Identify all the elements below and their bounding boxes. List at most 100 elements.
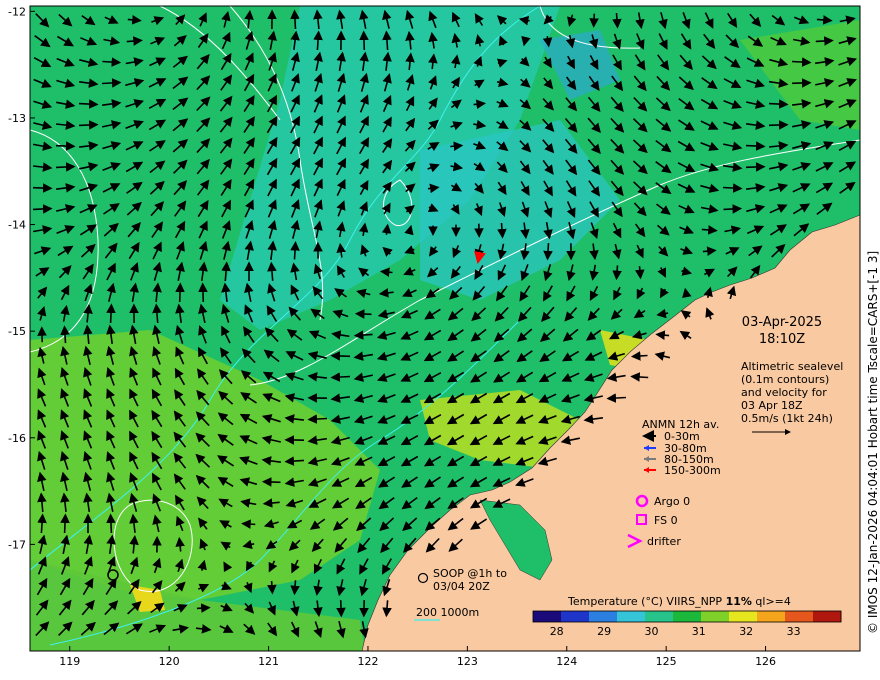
velocity-arrow — [101, 78, 122, 88]
colorbar-segment — [701, 611, 730, 622]
velocity-arrow — [791, 78, 812, 88]
velocity-arrow — [102, 57, 122, 67]
lon-tick-label: 119 — [59, 655, 80, 668]
drifter-label: drifter — [647, 535, 681, 548]
altimetry-line-4: 03 Apr 18Z — [741, 399, 803, 412]
velocity-arrow — [768, 120, 789, 130]
velocity-arrow — [78, 120, 99, 130]
velocity-arrow — [745, 141, 766, 151]
colorbar-segment — [617, 611, 646, 622]
lat-tick-label: -13 — [8, 112, 26, 125]
credit-text: © IMOS 12-Jan-2026 04:04:01 Hobart time … — [866, 250, 880, 634]
lat-tick-label: -16 — [8, 432, 26, 445]
velocity-arrow — [196, 603, 211, 613]
soop-label: SOOP @1h to 03/04 20Z — [433, 567, 507, 593]
velocity-arrow — [745, 162, 766, 172]
altimetry-line-1: Altimetric sealevel — [741, 360, 844, 373]
soop-line-1: SOOP @1h to — [433, 567, 507, 580]
colorbar-title-text: Temperature (°C) VIIRS_NPP — [568, 595, 726, 608]
soop-line-2: 03/04 20Z — [433, 580, 490, 593]
colorbar-tick-label: 33 — [787, 625, 801, 638]
velocity-arrow — [267, 581, 277, 595]
colorbar-segment — [561, 611, 590, 622]
velocity-arrow — [612, 265, 622, 281]
colorbar-segment — [673, 611, 702, 622]
velocity-arrow — [450, 141, 464, 151]
velocity-arrow — [630, 372, 649, 382]
lat-tick-label: -17 — [8, 538, 26, 551]
colorbar-segment — [729, 611, 758, 622]
colorbar-title: Temperature (°C) VIIRS_NPP 11% ql>=4 — [568, 595, 791, 608]
velocity-arrow — [612, 12, 622, 29]
velocity-arrow — [815, 36, 834, 46]
velocity-arrow — [330, 351, 351, 361]
velocity-arrow — [791, 57, 812, 67]
colorbar-segment — [813, 611, 842, 622]
velocity-arrow — [290, 580, 300, 596]
velocity-arrow — [543, 243, 553, 261]
velocity-arrow — [106, 303, 116, 324]
altimetry-line-5: 0.5m/s (1kt 24h) — [741, 412, 833, 425]
colorbar-segment — [645, 611, 674, 622]
velocity-arrow — [379, 267, 393, 278]
velocity-arrow — [60, 325, 70, 344]
velocity-arrow — [55, 162, 76, 172]
colorbar-tick-label: 30 — [645, 625, 659, 638]
velocity-arrow — [722, 183, 743, 193]
velocity-arrow — [768, 99, 789, 109]
velocity-arrow — [261, 477, 281, 487]
lon-tick-label: 125 — [656, 655, 677, 668]
colorbar-tick-label: 31 — [692, 625, 706, 638]
bathy-label: 200 1000m — [416, 606, 480, 619]
velocity-arrow — [307, 414, 328, 424]
anmn-item-150-300m: 150-300m — [664, 464, 721, 477]
velocity-arrow — [606, 393, 627, 403]
lat-tick-label: -15 — [8, 325, 26, 338]
colorbar-segment — [785, 611, 814, 622]
altimetry-note: Altimetric sealevel (0.1m contours) and … — [741, 360, 843, 425]
lat-tick-label: -12 — [8, 5, 26, 18]
velocity-arrow — [78, 99, 99, 109]
velocity-arrow — [60, 513, 70, 534]
velocity-arrow — [32, 183, 53, 193]
velocity-arrow — [55, 141, 76, 151]
velocity-arrow — [630, 351, 648, 361]
velocity-arrow — [635, 266, 645, 280]
colorbar-title-end: ql>=4 — [751, 595, 791, 608]
velocity-arrow — [241, 519, 256, 529]
lon-tick-label: 121 — [258, 655, 279, 668]
colorbar-segment — [533, 611, 562, 622]
velocity-arrow — [330, 372, 351, 382]
colorbar-segment — [589, 611, 618, 622]
colorbar-title-bold: 11% — [725, 595, 752, 608]
colorbar-tick-label: 28 — [550, 625, 564, 638]
velocity-arrow — [359, 30, 369, 51]
velocity-arrow — [354, 309, 372, 319]
lon-tick-label: 120 — [159, 655, 180, 668]
fs-label: FS 0 — [654, 514, 678, 527]
velocity-arrow — [723, 204, 743, 214]
velocity-arrow — [589, 13, 599, 28]
velocity-arrow — [32, 204, 53, 214]
lon-tick-label: 123 — [457, 655, 478, 668]
lat-tick-label: -14 — [8, 219, 26, 232]
velocity-arrow — [198, 282, 208, 303]
date-day: 03-Apr-2025 — [741, 315, 823, 330]
velocity-arrow — [290, 241, 300, 260]
date-label: 03-Apr-2025 18:10Z — [730, 314, 834, 348]
date-time: 18:10Z — [758, 332, 806, 347]
colorbar-tick-label: 29 — [597, 625, 611, 638]
velocity-arrow — [290, 9, 300, 30]
altimetry-line-3: and velocity for — [741, 386, 827, 399]
lon-tick-label: 126 — [755, 655, 776, 668]
lon-tick-label: 124 — [556, 655, 577, 668]
colorbar-tick-label: 32 — [739, 625, 753, 638]
colorbar-segment — [757, 611, 786, 622]
altimetry-line-2: (0.1m contours) — [741, 373, 830, 386]
velocity-arrow — [336, 600, 346, 618]
velocity-arrow — [106, 513, 116, 534]
argo-label: Argo 0 — [654, 495, 691, 508]
lon-tick-label: 122 — [357, 655, 378, 668]
velocity-arrow — [175, 282, 185, 303]
velocity-arrow — [497, 222, 507, 239]
